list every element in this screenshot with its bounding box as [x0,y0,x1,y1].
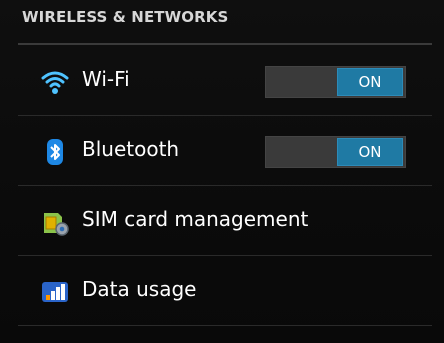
bluetooth-toggle[interactable]: ON [265,136,406,168]
wifi-toggle[interactable]: ON [265,66,406,98]
setting-row-data-usage[interactable]: Data usage [0,256,444,326]
settings-screen: WIRELESS & NETWORKS Wi-Fi ON Bluetooth O… [0,0,444,343]
data-usage-icon [40,277,70,307]
wifi-icon [40,67,70,97]
row-divider [18,325,432,326]
setting-label-wifi: Wi-Fi [82,67,130,91]
setting-label-data-usage: Data usage [82,277,197,301]
setting-label-bluetooth: Bluetooth [82,137,180,161]
section-header: WIRELESS & NETWORKS [22,8,229,26]
setting-row-sim[interactable]: SIM card management [0,186,444,256]
wifi-toggle-state: ON [358,73,382,91]
section-divider [18,43,432,45]
setting-label-sim: SIM card management [82,207,309,231]
bluetooth-icon [40,137,70,167]
setting-row-wifi[interactable]: Wi-Fi ON [0,46,444,116]
bluetooth-toggle-state: ON [358,143,382,161]
sim-card-settings-icon [40,207,70,237]
setting-row-bluetooth[interactable]: Bluetooth ON [0,116,444,186]
